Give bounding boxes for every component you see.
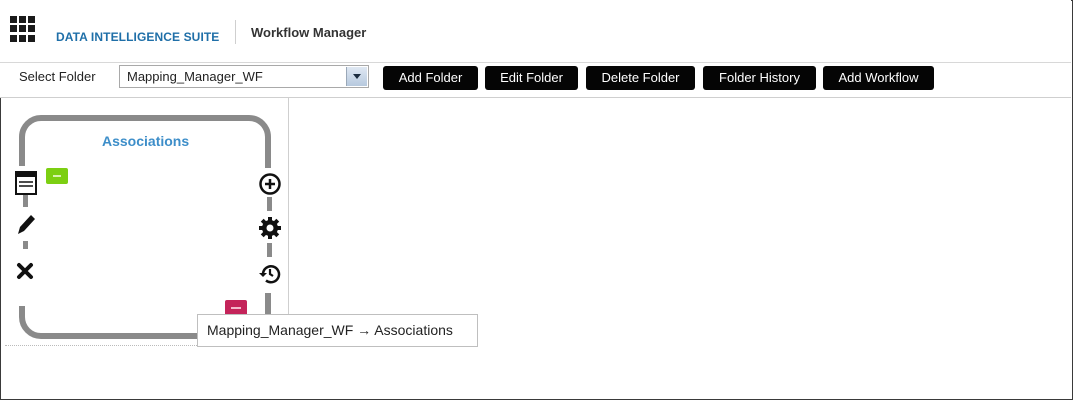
connector [267,243,272,257]
folder-history-button[interactable]: Folder History [703,66,816,90]
folder-select-value: Mapping_Manager_WF [127,69,263,84]
green-badge [46,168,68,184]
toolbar: Select Folder Mapping_Manager_WF Add Fol… [0,63,1071,98]
brand-name: DATA INTELLIGENCE SUITE [56,30,220,44]
add-folder-button[interactable]: Add Folder [383,66,478,90]
select-folder-label: Select Folder [19,69,96,84]
delete-folder-button[interactable]: Delete Folder [586,66,695,90]
connector [267,197,272,211]
chevron-down-icon[interactable] [346,67,367,86]
folder-select[interactable]: Mapping_Manager_WF [119,65,369,88]
gear-icon[interactable] [258,216,282,240]
document-icon[interactable] [14,170,38,196]
connector [23,195,28,207]
add-circle-icon[interactable] [258,172,282,196]
header-divider [235,20,236,44]
workflow-node-title: Associations [102,133,190,149]
node-path-tooltip: Mapping_Manager_WF → Associations [197,314,478,347]
connector [23,241,28,249]
history-icon[interactable] [258,262,282,286]
close-icon[interactable] [16,262,34,280]
apps-grid-icon[interactable] [10,16,36,42]
edit-folder-button[interactable]: Edit Folder [485,66,578,90]
app-title: Workflow Manager [251,25,367,40]
add-workflow-button[interactable]: Add Workflow [823,66,934,90]
workflow-canvas[interactable]: Associations Mapping_Manager_WF → Associ… [0,98,1071,398]
app-header: DATA INTELLIGENCE SUITE Workflow Manager [0,0,1071,63]
pencil-icon[interactable] [15,211,37,237]
